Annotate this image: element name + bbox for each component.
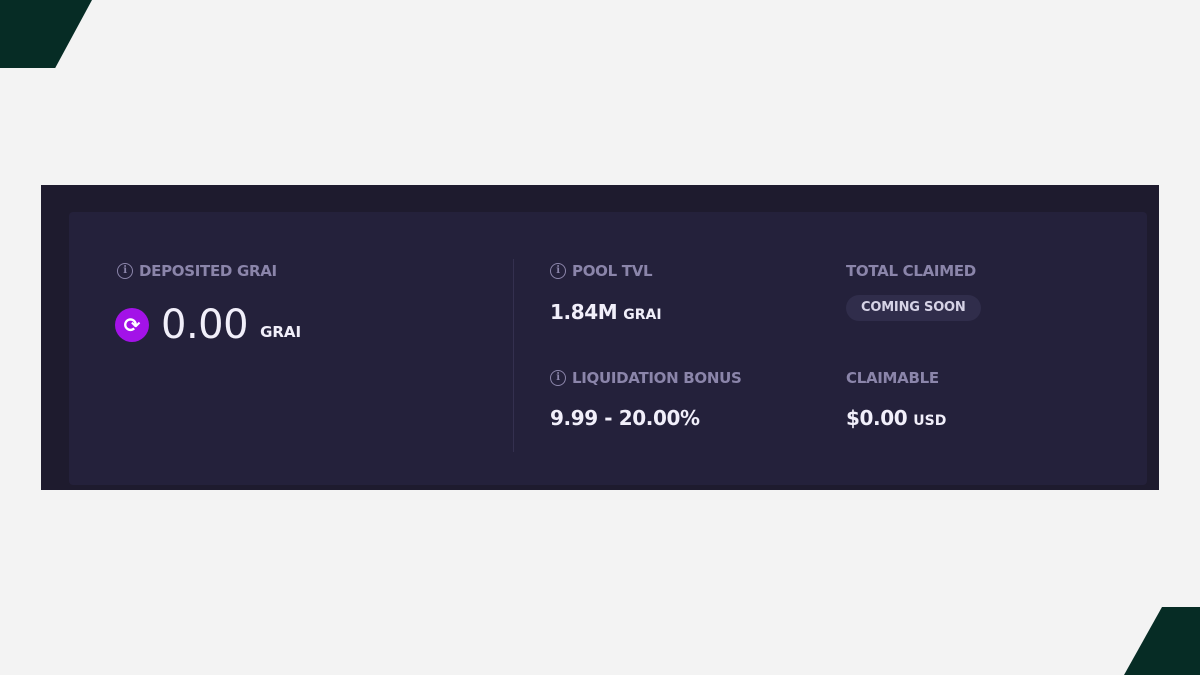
- coming-soon-badge: COMING SOON: [846, 295, 981, 321]
- total-claimed-label-text: TOTAL CLAIMED: [846, 262, 976, 280]
- claimable-label: CLAIMABLE: [846, 369, 939, 387]
- info-icon[interactable]: i: [117, 263, 133, 279]
- claimable-value: $0.00 USD: [846, 406, 946, 430]
- claimable-amount: $0.00: [846, 406, 908, 430]
- info-icon[interactable]: i: [550, 370, 566, 386]
- deposited-unit: GRAI: [260, 323, 302, 341]
- claimable-label-text: CLAIMABLE: [846, 369, 939, 387]
- pool-tvl-amount: 1.84M: [550, 300, 618, 324]
- deposited-amount: 0.00: [161, 302, 249, 348]
- liquidation-bonus-value: 9.99 - 20.00%: [550, 406, 700, 430]
- liquidation-bonus-range: 9.99 - 20.00%: [550, 406, 700, 430]
- grai-token-icon: ⟳: [115, 308, 149, 342]
- corner-decoration-top-left: [0, 0, 92, 68]
- corner-decoration-bottom-right: [1124, 607, 1200, 675]
- stats-card: i DEPOSITED GRAI ⟳ 0.00 GRAI i POOL TVL …: [69, 212, 1147, 485]
- pool-tvl-unit: GRAI: [623, 307, 662, 323]
- pool-tvl-label-text: POOL TVL: [572, 262, 653, 280]
- deposited-value: ⟳ 0.00 GRAI: [115, 302, 301, 348]
- liquidation-bonus-label: i LIQUIDATION BONUS: [550, 369, 742, 387]
- pool-tvl-value: 1.84M GRAI: [550, 300, 662, 324]
- liquidation-bonus-label-text: LIQUIDATION BONUS: [572, 369, 742, 387]
- info-icon[interactable]: i: [550, 263, 566, 279]
- claimable-unit: USD: [913, 413, 947, 429]
- total-claimed-label: TOTAL CLAIMED: [846, 262, 976, 280]
- stability-pool-panel: i DEPOSITED GRAI ⟳ 0.00 GRAI i POOL TVL …: [41, 185, 1159, 490]
- pool-tvl-label: i POOL TVL: [550, 262, 653, 280]
- column-divider: [513, 259, 514, 452]
- deposited-label: i DEPOSITED GRAI: [117, 262, 277, 280]
- deposited-label-text: DEPOSITED GRAI: [139, 262, 277, 280]
